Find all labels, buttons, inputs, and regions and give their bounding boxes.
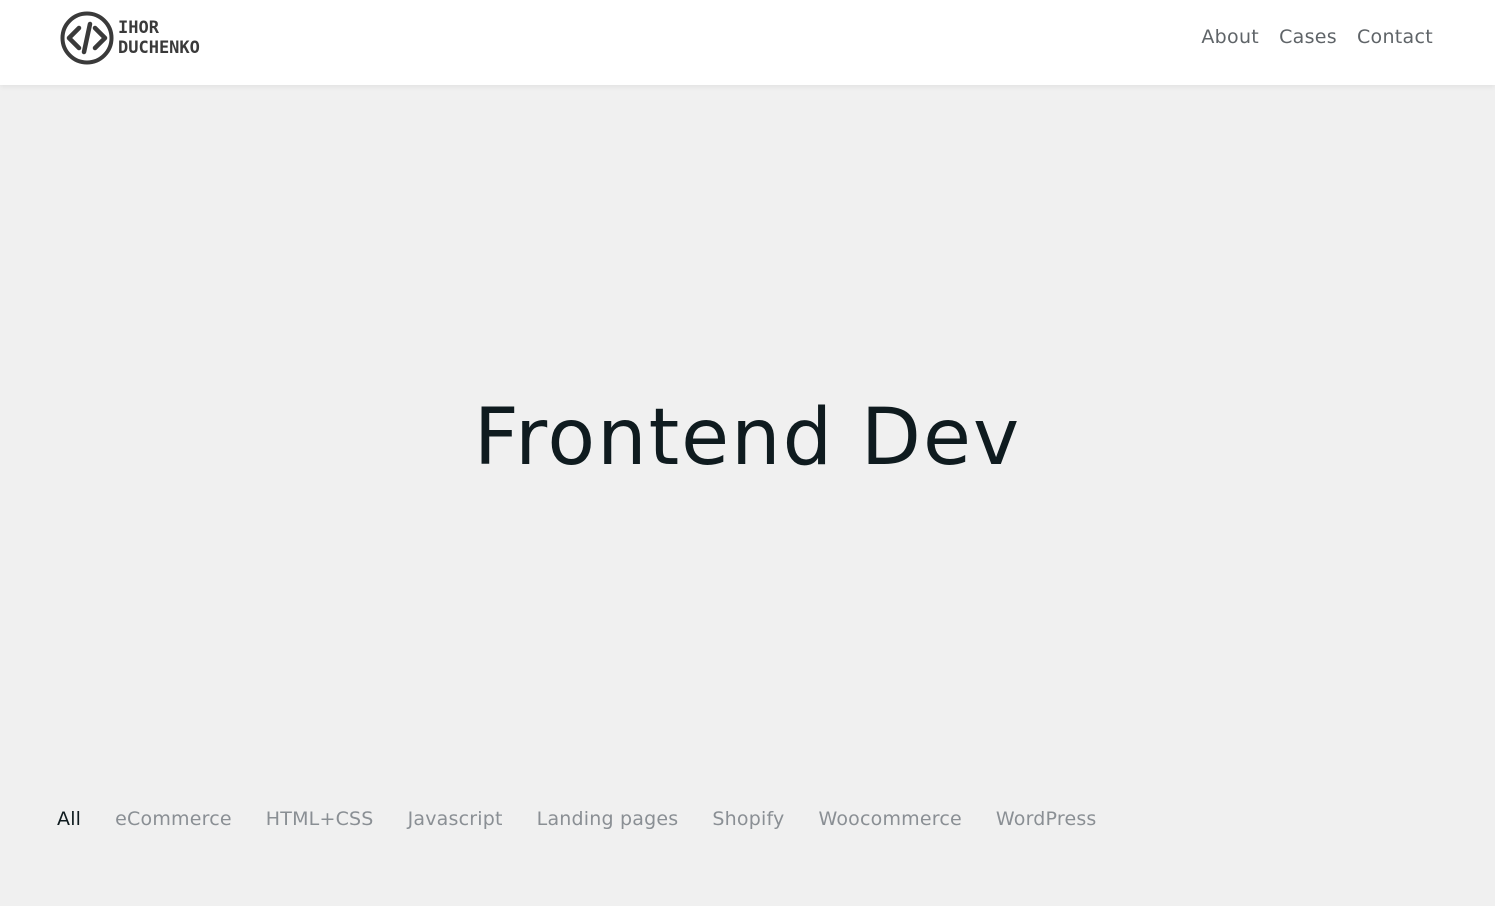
main-nav: About Cases Contact bbox=[1191, 24, 1433, 50]
filter-shopify[interactable]: Shopify bbox=[712, 806, 784, 832]
code-brackets-icon bbox=[60, 11, 114, 65]
filter-all[interactable]: All bbox=[57, 806, 81, 832]
site-header: IHOR DUCHENKO About Cases Contact bbox=[0, 0, 1495, 85]
logo-text: IHOR DUCHENKO bbox=[118, 18, 200, 58]
filter-landing-pages[interactable]: Landing pages bbox=[537, 806, 679, 832]
portfolio-filter-bar: All eCommerce HTML+CSS Javascript Landin… bbox=[57, 806, 1131, 832]
site-logo[interactable]: IHOR DUCHENKO bbox=[60, 10, 200, 66]
nav-link-about[interactable]: About bbox=[1191, 24, 1269, 50]
nav-link-cases[interactable]: Cases bbox=[1269, 24, 1347, 50]
logo-line-2: DUCHENKO bbox=[118, 38, 200, 58]
hero-title: Frontend Dev bbox=[473, 393, 1022, 483]
filter-woocommerce[interactable]: Woocommerce bbox=[818, 806, 961, 832]
filter-javascript[interactable]: Javascript bbox=[408, 806, 503, 832]
filter-html-css[interactable]: HTML+CSS bbox=[266, 806, 374, 832]
logo-line-1: IHOR bbox=[118, 18, 159, 38]
hero-section: Frontend Dev bbox=[0, 85, 1495, 785]
filter-wordpress[interactable]: WordPress bbox=[996, 806, 1097, 832]
nav-link-contact[interactable]: Contact bbox=[1347, 24, 1433, 50]
filter-ecommerce[interactable]: eCommerce bbox=[115, 806, 232, 832]
